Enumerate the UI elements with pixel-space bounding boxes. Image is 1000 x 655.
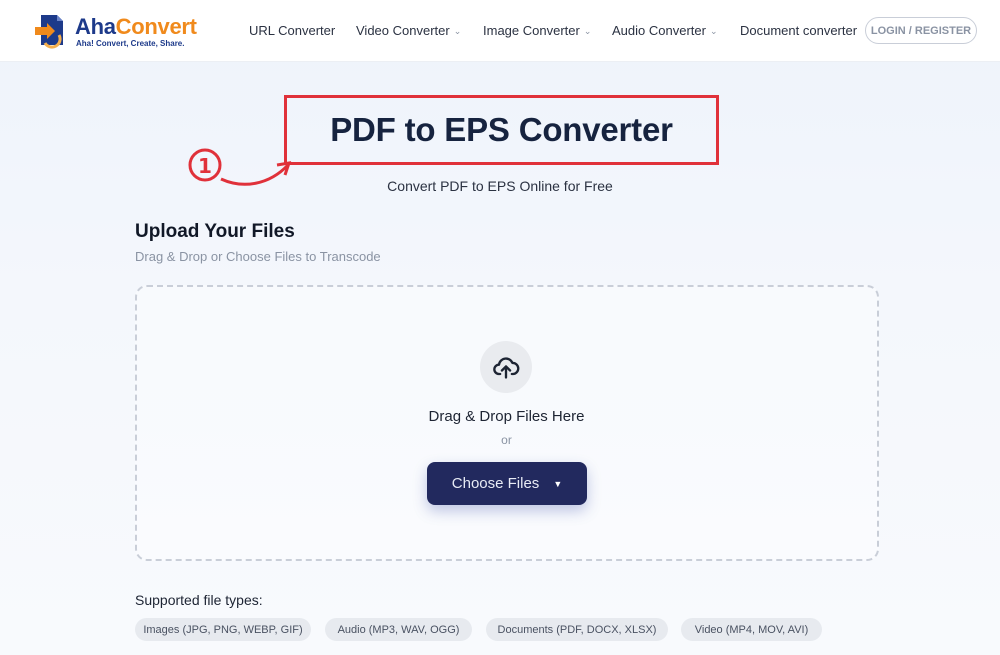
page-title: PDF to EPS Converter	[330, 111, 673, 148]
main-nav: URL Converter Video Converter ⌄ Image Co…	[0, 0, 1000, 62]
page-subtitle: Convert PDF to EPS Online for Free	[387, 178, 613, 194]
nav-item-audio-converter[interactable]: Audio Converter ⌄	[612, 23, 718, 38]
supported-types-label: Supported file types:	[135, 592, 263, 608]
title-highlight-box: PDF to EPS Converter	[284, 95, 719, 165]
choose-files-button[interactable]: Choose Files ▼	[427, 462, 587, 505]
drop-files-text: Drag & Drop Files Here	[428, 408, 585, 425]
upload-icon-circle	[480, 341, 532, 393]
nav-item-label: Video Converter	[356, 23, 450, 38]
nav-item-document-converter[interactable]: Document converter	[740, 23, 857, 38]
nav-item-label: URL Converter	[249, 23, 336, 38]
file-type-chip-video: Video (MP4, MOV, AVI)	[681, 618, 822, 641]
file-type-chip-audio: Audio (MP3, WAV, OGG)	[325, 618, 472, 641]
upload-section-title: Upload Your Files	[135, 221, 295, 242]
chevron-down-icon: ⌄	[453, 25, 462, 36]
choose-files-label: Choose Files	[451, 475, 540, 492]
nav-item-video-converter[interactable]: Video Converter ⌄	[356, 23, 461, 38]
file-type-chip-documents: Documents (PDF, DOCX, XLSX)	[486, 618, 668, 641]
or-separator: or	[501, 433, 512, 447]
login-register-button[interactable]: LOGIN / REGISTER	[865, 17, 977, 44]
nav-item-label: Audio Converter	[612, 23, 706, 38]
upload-section-subtitle: Drag & Drop or Choose Files to Transcode	[135, 249, 381, 264]
file-type-chip-images: Images (JPG, PNG, WEBP, GIF)	[135, 618, 311, 641]
nav-item-url-converter[interactable]: URL Converter	[249, 23, 335, 38]
chevron-down-icon: ⌄	[709, 25, 718, 36]
nav-item-label: Document converter	[740, 23, 858, 38]
cloud-upload-icon	[493, 357, 520, 379]
step-number: 1	[198, 154, 212, 178]
chevron-down-icon: ⌄	[583, 25, 592, 36]
nav-item-image-converter[interactable]: Image Converter ⌄	[483, 23, 591, 38]
caret-down-icon[interactable]: ▼	[553, 479, 562, 489]
site-header: AhaConvert Aha! Convert, Create, Share. …	[0, 0, 1000, 62]
nav-item-label: Image Converter	[483, 23, 580, 38]
